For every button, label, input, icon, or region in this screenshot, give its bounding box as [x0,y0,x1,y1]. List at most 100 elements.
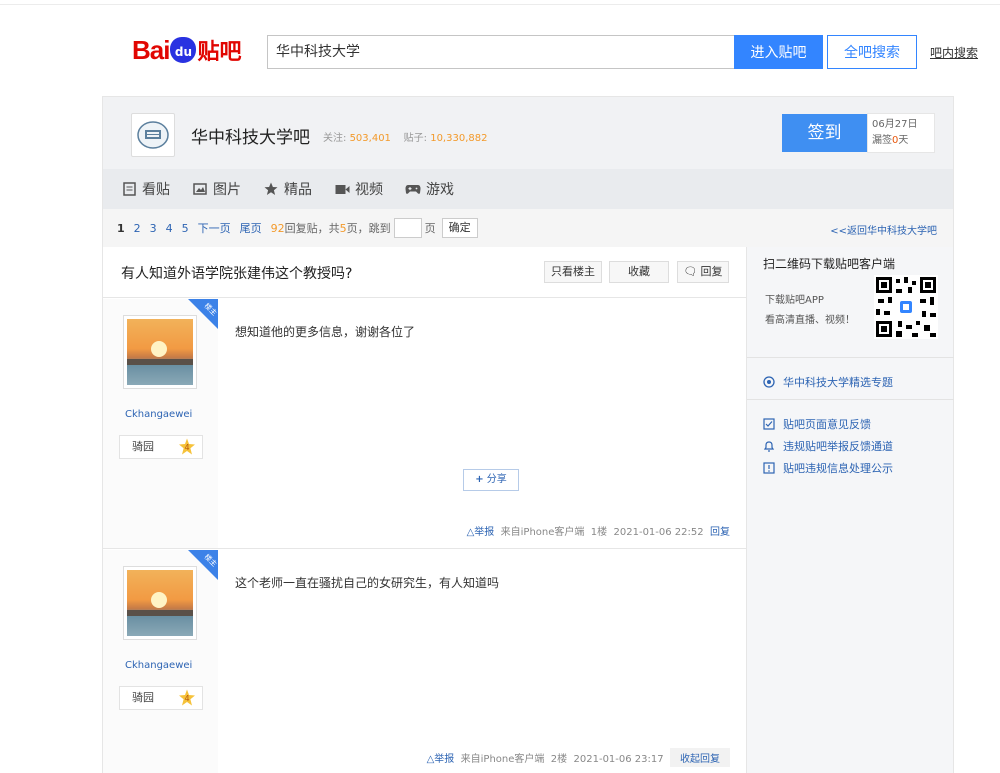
report-channel-link[interactable]: 违规贴吧举报反馈通道 [763,438,893,454]
next-page-link[interactable]: 下一页 [198,220,231,236]
post-author-panel: 楼主 Ckhangaewei 骑园 4 [103,299,218,548]
avatar[interactable] [123,315,197,389]
only-author-button[interactable]: 只看楼主 [544,261,602,283]
tab-posts-label: 看贴 [142,182,170,198]
university-emblem-icon [137,121,169,149]
checkbox-icon [763,418,775,430]
forum-stats: 关注: 503,401 贴子: 10,330,882 [323,129,487,144]
page-jump-button[interactable]: 确定 [441,218,478,238]
feedback-link-label: 贴吧页面意见反馈 [783,418,871,431]
signin-missed: 漏签0天 [872,135,909,146]
enter-forum-button[interactable]: 进入贴吧 [734,35,823,69]
user-level-badge[interactable]: 骑园 4 [119,686,203,710]
floor-number: 1楼 [590,527,608,538]
forum-avatar[interactable] [131,113,175,157]
gamepad-icon [405,181,421,197]
tab-video-label: 视频 [355,182,383,198]
username[interactable]: Ckhangaewei [125,660,192,671]
pages-suffix: 页，跳到 [346,222,391,235]
post-floor-1: 楼主 Ckhangaewei 骑园 4 想知道他的更多信息，谢谢各位了 + 分享 [103,299,746,549]
page-unit: 页 [424,222,436,235]
qr-title: 扫二维码下载贴吧客户端 [763,257,896,271]
tab-posts[interactable]: 看贴 [121,179,170,199]
right-sidebar: 扫二维码下载贴吧客户端 下载贴吧APP 看高清直播、视频！ 华中科技大学精选专题… [746,247,954,773]
back-to-forum-link[interactable]: <<返回华中科技大学吧 [830,222,937,237]
total-pages: 5 [339,221,347,235]
favorite-button[interactable]: 收藏 [609,261,669,283]
logo-bai-text: Bai [132,34,170,65]
tab-featured-label: 精品 [284,182,312,198]
post-time: 2021-01-06 22:52 [613,527,704,538]
follow-label: 关注: [323,133,347,144]
posts-count: 10,330,882 [430,133,488,144]
page-jump-input[interactable] [393,218,422,238]
svg-text:4: 4 [184,694,189,703]
page-2[interactable]: 2 [134,222,141,235]
star-icon [263,181,279,197]
user-level-badge[interactable]: 骑园 4 [119,435,203,459]
report-link[interactable]: △举报 [467,527,495,538]
inner-search-link[interactable]: 吧内搜索 [930,44,978,61]
page-5[interactable]: 5 [182,222,189,235]
level-title: 骑园 [132,691,154,704]
tab-featured[interactable]: 精品 [263,179,312,199]
global-search-button[interactable]: 全吧搜索 [827,35,917,69]
forum-title[interactable]: 华中科技大学吧 [191,123,310,148]
svg-text:4: 4 [184,443,189,452]
violation-notice-label: 贴吧违规信息处理公示 [783,462,893,475]
avatar[interactable] [123,566,197,640]
username[interactable]: Ckhangaewei [125,409,192,420]
level-title: 骑园 [132,440,154,453]
client-source: 来自iPhone客户端 [500,527,585,538]
reply-count: 92 [270,221,285,235]
reply-suffix: 回复贴，共 [284,222,340,235]
reply-link[interactable]: 回复 [710,527,730,538]
page-3[interactable]: 3 [150,222,157,235]
forum-tabs: 看贴 图片 精品 视频 游戏 [103,169,953,209]
topic-link-label: 华中科技大学精选专题 [783,376,893,389]
forum-container: 华中科技大学吧 关注: 503,401 贴子: 10,330,882 签到 06… [102,96,954,773]
sidebar-divider [747,357,954,358]
post-content: 想知道他的更多信息，谢谢各位了 [235,325,416,339]
page-1[interactable]: 1 [117,222,125,235]
tab-games[interactable]: 游戏 [405,179,454,199]
post-meta: △举报 来自iPhone客户端 1楼 2021-01-06 22:52 回复 [467,523,730,538]
post-meta: △举报 来自iPhone客户端 2楼 2021-01-06 23:17 收起回复 [427,748,730,767]
violation-notice-link[interactable]: 贴吧违规信息处理公示 [763,460,893,476]
forum-header: 华中科技大学吧 关注: 503,401 贴子: 10,330,882 签到 06… [103,97,953,169]
signin-button[interactable]: 签到 [782,114,867,152]
video-icon [334,181,350,197]
thread-title-bar: 有人知道外语学院张建伟这个教授吗? 只看楼主 收藏 🗨 回复 [103,247,746,298]
feedback-link[interactable]: 贴吧页面意见反馈 [763,416,871,432]
share-button[interactable]: + 分享 [463,469,519,491]
page-4[interactable]: 4 [166,222,173,235]
baidu-tieba-logo[interactable]: Bai du 贴吧 [132,32,254,68]
reply-thread-label: 回复 [700,266,723,278]
thread-main: 有人知道外语学院张建伟这个教授吗? 只看楼主 收藏 🗨 回复 楼主 Ckhang… [103,247,746,773]
sidebar-divider [747,399,954,400]
report-channel-label: 违规贴吧举报反馈通道 [783,440,893,453]
topic-link[interactable]: 华中科技大学精选专题 [763,374,893,390]
search-input[interactable]: 华中科技大学 [267,35,734,69]
report-link[interactable]: △举报 [427,754,455,765]
tab-games-label: 游戏 [426,182,454,198]
post-author-panel: 楼主 Ckhangaewei 骑园 4 [103,550,218,773]
signin-date: 06月27日 [872,119,918,130]
reply-thread-button[interactable]: 🗨 回复 [677,261,729,283]
notice-icon [763,462,775,474]
level-star-icon: 4 [179,438,195,455]
logo-paw-icon: du [170,37,197,63]
qr-line-hd: 看高清直播、视频！ [765,315,855,326]
pagination-bar: 1 2 3 4 5 下一页 尾页 92 回复贴，共 5 页，跳到 页 确定 [103,209,953,247]
collapse-replies-button[interactable]: 收起回复 [670,748,730,767]
tab-images[interactable]: 图片 [192,179,241,199]
top-divider [0,4,1000,5]
document-icon [121,181,137,197]
posts-label: 贴子: [403,133,428,144]
client-source: 来自iPhone客户端 [460,754,545,765]
last-page-link[interactable]: 尾页 [240,220,262,236]
qr-line-download: 下载贴吧APP [765,295,824,306]
level-star-icon: 4 [179,689,195,706]
tab-video[interactable]: 视频 [334,179,383,199]
image-icon [192,181,208,197]
